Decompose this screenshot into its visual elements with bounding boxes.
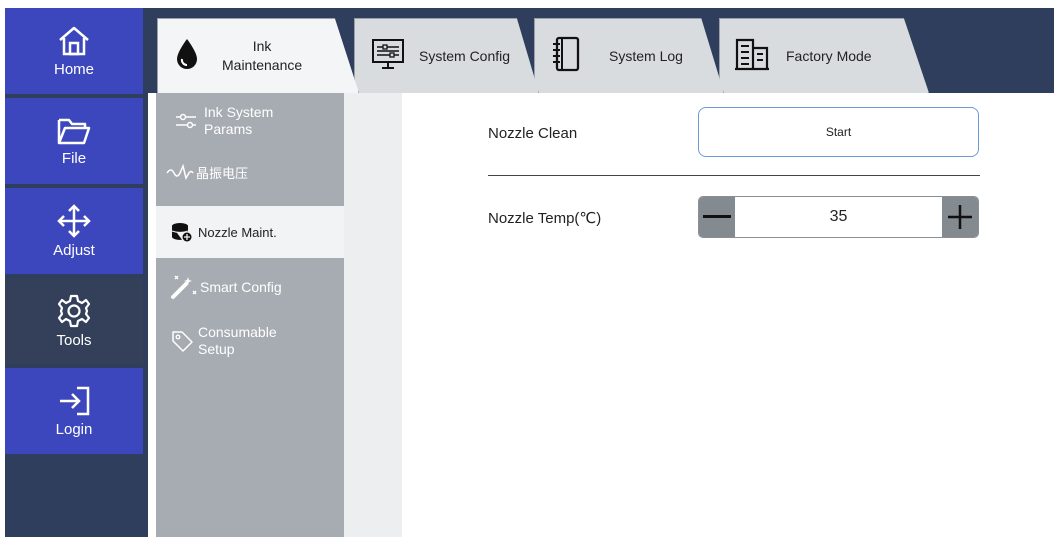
tab-ink-label-line1: Ink [252,38,272,54]
nozzle-maint-panel: Nozzle Clean Start Nozzle Temp(℃) [402,93,1054,537]
notebook-icon [551,36,581,77]
submenu-consumable-label-line1: Consumable [198,324,277,340]
magic-wand-icon [168,274,200,300]
move-arrows-icon [56,203,92,238]
submenu-ink-system-label-line1: Ink System [204,104,274,120]
nav-file[interactable]: File [5,98,143,184]
content-gutter [344,93,402,537]
nav-home[interactable]: Home [5,8,143,94]
start-button[interactable]: Start [698,107,979,157]
tab-ink-maintenance[interactable]: Ink Maintenance [157,18,359,93]
ink-drop-icon [174,37,200,76]
nav-login[interactable]: Login [5,368,143,454]
decrement-button[interactable] [699,197,735,237]
login-icon [57,385,91,417]
tab-ink-label-line2: Maintenance [222,57,303,73]
nozzle-temp-input[interactable] [735,197,942,237]
divider [488,175,980,176]
sub-menu: Ink System Params 晶振电压 Nozzle Maint. Sma… [156,93,344,537]
nav-login-label: Login [55,420,93,438]
nozzle-temp-label: Nozzle Temp(℃) [488,210,602,227]
tab-system-config-label: System Config [419,48,511,64]
factory-building-icon [734,37,770,76]
waveform-icon [164,164,196,180]
plus-icon [948,205,972,229]
nozzle-maint-icon [166,222,198,242]
submenu-nozzle-maint[interactable]: Nozzle Maint. [156,206,344,258]
submenu-consumable-setup[interactable]: Consumable Setup [156,317,344,365]
tab-system-config[interactable]: System Config [354,18,539,93]
nav-file-label: File [61,149,87,167]
submenu-nozzle-maint-label: Nozzle Maint. [198,224,277,240]
nav-home-label: Home [53,60,94,78]
nav-tools-label: Tools [56,331,92,349]
tab-bar: Ink Maintenance System Config System Log… [148,8,1054,93]
submenu-crystal-voltage[interactable]: 晶振电压 [156,155,344,189]
submenu-smart-config[interactable]: Smart Config [156,268,344,306]
increment-button[interactable] [942,197,978,237]
gear-icon [57,294,91,328]
submenu-ink-system-label-line2: Params [204,121,253,137]
submenu-consumable-label-line2: Setup [198,341,235,357]
price-tag-icon [166,329,198,353]
submenu-crystal-voltage-label: 晶振电压 [196,166,249,182]
submenu-ink-system-params[interactable]: Ink System Params [156,101,344,141]
left-navigation: Home File Adjust Tools Login [5,8,148,537]
home-icon [57,25,91,57]
nav-adjust-label: Adjust [53,241,95,259]
nav-tools[interactable]: Tools [5,278,143,364]
sliders-icon [170,113,202,129]
nav-adjust[interactable]: Adjust [5,188,143,274]
settings-panel-icon [371,38,405,75]
minus-icon [703,215,731,218]
submenu-smart-config-label: Smart Config [200,279,282,295]
tab-system-log-label: System Log [609,48,683,64]
tab-factory-mode-label: Factory Mode [786,48,872,64]
tab-factory-mode[interactable]: Factory Mode [719,18,929,93]
folder-icon [56,116,92,146]
nozzle-clean-label: Nozzle Clean [488,125,578,142]
nozzle-temp-stepper [698,196,979,238]
tab-system-log[interactable]: System Log [534,18,724,93]
